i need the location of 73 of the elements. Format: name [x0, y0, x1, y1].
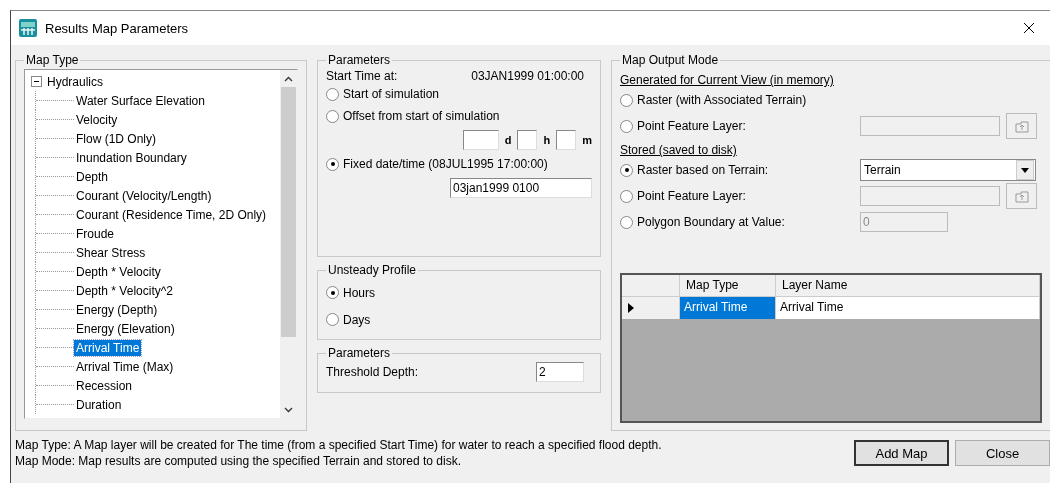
tree-item[interactable]: Energy (Depth): [74, 301, 160, 318]
unit-label: h: [543, 134, 551, 146]
radio-button[interactable]: [326, 157, 339, 171]
unit-label: d: [504, 134, 512, 146]
tree-item[interactable]: Froude: [74, 225, 117, 242]
tree-item[interactable]: Depth: [74, 168, 111, 185]
column-header: Map Type: [680, 275, 776, 297]
radio-button[interactable]: [620, 163, 633, 177]
unit-label: m: [582, 134, 592, 146]
radio-label: Raster based on Terrain:: [637, 163, 769, 177]
caret-icon: [1021, 167, 1029, 173]
browse-button[interactable]: [1006, 113, 1037, 139]
terrain-dropdown[interactable]: Terrain: [860, 159, 1036, 181]
group-label: Map Output Mode: [621, 53, 720, 67]
date-field[interactable]: 03jan1999 0100: [450, 178, 592, 198]
window-title: Results Map Parameters: [45, 20, 190, 36]
tree-item[interactable]: Courant (Velocity/Length): [74, 187, 214, 204]
collapse-icon[interactable]: [31, 76, 42, 87]
tree-item[interactable]: Hydraulics: [45, 73, 105, 90]
section-heading: Generated for Current View (in memory): [620, 73, 835, 87]
tree-item[interactable]: Water Surface Elevation: [74, 92, 207, 109]
radio-button[interactable]: [326, 286, 339, 299]
radio-label: Days: [343, 312, 371, 327]
group-label: Parameters: [327, 53, 392, 67]
radio-label: Raster (with Associated Terrain): [637, 93, 807, 107]
group-label: Unsteady Profile: [327, 263, 418, 277]
table-cell[interactable]: Arrival Time: [776, 297, 1040, 319]
tree-item[interactable]: Courant (Residence Time, 2D Only): [74, 206, 269, 223]
tree-item[interactable]: Flow (1D Only): [74, 130, 158, 147]
tree-item[interactable]: Inundation Boundary: [74, 149, 189, 166]
radio-button[interactable]: [326, 313, 339, 326]
start-time-value: 03JAN1999 01:00:00: [471, 69, 584, 83]
offset-field[interactable]: [517, 130, 538, 150]
field-label: Threshold Depth:: [326, 365, 419, 379]
threshold-field[interactable]: 2: [536, 362, 584, 382]
radio-label: Start of simulation: [343, 87, 440, 101]
radio-button[interactable]: [326, 109, 339, 123]
radio-label: Offset from start of simulation: [343, 109, 500, 123]
column-header: Layer Name: [776, 275, 1040, 297]
tree-item[interactable]: Duration: [74, 396, 124, 413]
app-icon: [19, 19, 37, 37]
section-heading: Stored (saved to disk): [620, 143, 738, 157]
radio-label: Fixed date/time (08JUL1995 17:00:00): [343, 157, 548, 171]
browse-button[interactable]: [1006, 183, 1037, 209]
radio-label: Hours: [343, 285, 375, 300]
tree-item[interactable]: Arrival Time: [74, 339, 142, 356]
folder-icon: [1014, 119, 1029, 133]
dialog-button[interactable]: Close: [955, 440, 1050, 466]
description-text: Map Mode: Map results are computed using the specified Terrain and stored to disk.: [15, 453, 462, 469]
table-cell[interactable]: Arrival Time: [680, 297, 776, 319]
radio-button[interactable]: [326, 87, 339, 101]
folder-icon: [1014, 189, 1029, 203]
radio-label: Polygon Boundary at Value:: [637, 215, 785, 229]
tree-item[interactable]: Depth * Velocity^2: [74, 282, 176, 299]
tree-item[interactable]: Velocity: [74, 111, 120, 128]
radio-label: Point Feature Layer:: [637, 119, 746, 133]
radio-label: Point Feature Layer:: [637, 189, 746, 203]
tree-item[interactable]: Shear Stress: [74, 244, 148, 261]
description-text: Map Type: A Map layer will be created for The time (from a specified Start Time) for water to reach a specified flood depth.: [15, 437, 663, 453]
offset-field[interactable]: [556, 130, 577, 150]
tree-item[interactable]: Energy (Elevation): [74, 320, 177, 337]
group-label: Parameters: [327, 346, 392, 360]
scrollbar[interactable]: [280, 70, 297, 418]
tree-item[interactable]: Arrival Time (Max): [74, 358, 176, 375]
tree-item[interactable]: Depth * Velocity: [74, 263, 163, 280]
scroll-down-icon[interactable]: [284, 406, 293, 413]
offset-field[interactable]: [462, 130, 499, 150]
dialog-button[interactable]: Add Map: [854, 440, 949, 466]
tree-item[interactable]: Recession: [74, 377, 135, 394]
scroll-up-icon[interactable]: [284, 75, 293, 82]
field-label: Start Time at:: [326, 69, 398, 83]
radio-button[interactable]: [620, 93, 633, 107]
group-label: Map Type: [25, 53, 80, 67]
